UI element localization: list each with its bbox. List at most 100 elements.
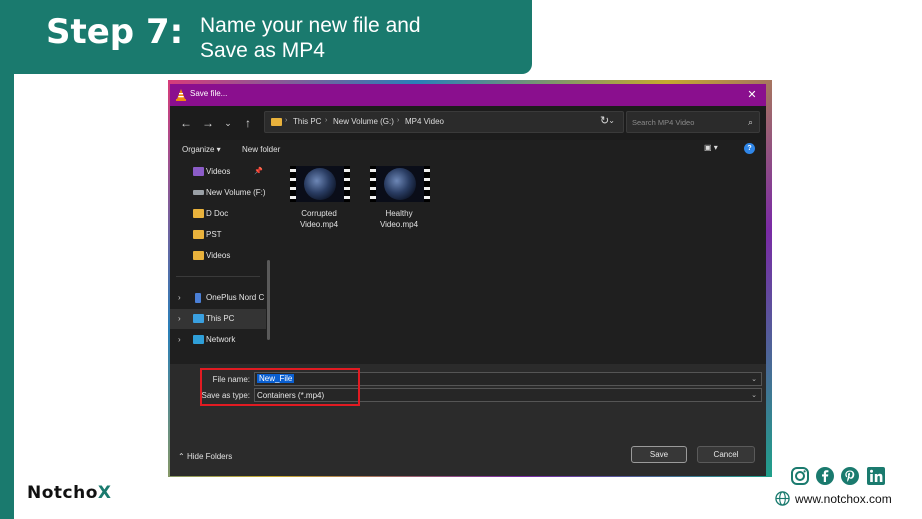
breadcrumb-mp4-video[interactable]: MP4 Video <box>405 117 444 126</box>
step-number: Step 7: <box>46 12 184 52</box>
forward-arrow-icon[interactable]: → <box>200 115 216 131</box>
dialog-titlebar[interactable]: Save file... ✕ <box>170 84 766 106</box>
step-description-line2: Save as MP4 <box>200 39 325 62</box>
search-icon: ⌕ <box>747 117 753 127</box>
sidebar-item-oneplus[interactable]: › OnePlus Nord C <box>170 288 266 308</box>
pin-icon: 📌 <box>254 168 263 175</box>
facebook-icon[interactable] <box>815 466 835 486</box>
help-icon[interactable]: ? <box>744 143 755 154</box>
sidebar-item-label: Videos <box>206 167 231 176</box>
sidebar-item-d-doc[interactable]: D Doc <box>170 204 266 224</box>
cancel-button[interactable]: Cancel <box>697 446 755 463</box>
sidebar-scrollbar[interactable] <box>267 260 270 340</box>
film-strip-right <box>424 166 430 202</box>
new-folder-button[interactable]: New folder <box>242 145 280 154</box>
dialog-title: Save file... <box>190 89 228 98</box>
expand-chevron-icon[interactable]: › <box>178 335 181 344</box>
planet-image <box>304 168 336 200</box>
sidebar-item-label: This PC <box>206 314 235 323</box>
folder-icon <box>193 251 204 260</box>
sidebar-divider <box>176 276 260 277</box>
website-url: www.notchox.com <box>795 492 892 506</box>
phone-icon <box>195 293 201 303</box>
folder-icon <box>271 118 282 126</box>
sidebar-item-label: D Doc <box>206 209 229 218</box>
close-icon[interactable]: ✕ <box>744 87 760 103</box>
planet-image <box>384 168 416 200</box>
search-placeholder: Search MP4 Video <box>632 118 695 127</box>
logo-text-notch: Notch <box>27 483 86 503</box>
film-strip-right <box>344 166 350 202</box>
breadcrumb-new-volume-g[interactable]: New Volume (G:) <box>333 117 394 126</box>
navigation-bar: ← → ⌄ ↑ › This PC › New Volume (G:) › MP… <box>170 106 766 140</box>
save-type-chevron-down-icon[interactable]: ⌄ <box>751 391 757 399</box>
organize-button[interactable]: Organize ▾ <box>182 145 221 154</box>
sidebar-item-network[interactable]: › Network <box>170 330 266 350</box>
file-item-healthy-video[interactable]: Healthy Video.mp4 <box>364 164 434 234</box>
video-thumbnail <box>290 166 350 202</box>
file-name-line1: Healthy <box>385 209 413 218</box>
save-button[interactable]: Save <box>631 446 687 463</box>
logo-text-x: X <box>97 483 112 503</box>
sidebar-item-videos-folder[interactable]: Videos <box>170 246 266 266</box>
folder-icon <box>193 230 204 239</box>
file-name-line2: Video.mp4 <box>379 220 419 229</box>
hide-folders-label: Hide Folders <box>186 452 233 461</box>
file-list: Corrupted Video.mp4 Healthy Video.mp4 <box>274 160 766 364</box>
step-description-line1: Name your new file and <box>200 14 421 37</box>
file-name-chevron-down-icon[interactable]: ⌄ <box>751 375 757 383</box>
film-strip-left <box>370 166 376 202</box>
sidebar-item-label: PST <box>206 230 222 239</box>
save-file-dialog: Save file... ✕ ← → ⌄ ↑ › This PC › New V… <box>170 84 766 476</box>
chevron-up-icon: ⌃ <box>178 452 187 461</box>
file-name-line1: Corrupted <box>301 209 337 218</box>
address-chevron-down-icon[interactable]: ⌄ <box>608 116 615 125</box>
logo-text-o: o <box>85 483 98 503</box>
up-arrow-icon[interactable]: ↑ <box>240 115 256 131</box>
instagram-icon[interactable] <box>790 466 810 486</box>
sidebar-item-pst[interactable]: PST <box>170 225 266 245</box>
navigation-pane: Videos 📌 New Volume (F:) D Doc PST Video… <box>170 160 270 364</box>
sidebar-item-label: OnePlus Nord C <box>206 293 265 302</box>
step-description: Name your new file and Save as MP4 <box>200 13 520 63</box>
breadcrumb-this-pc[interactable]: This PC <box>293 117 321 126</box>
address-bar[interactable]: › This PC › New Volume (G:) › MP4 Video … <box>264 111 624 133</box>
file-item-corrupted-video[interactable]: Corrupted Video.mp4 <box>284 164 354 234</box>
sidebar-item-videos-quick[interactable]: Videos 📌 <box>170 162 266 182</box>
back-arrow-icon[interactable]: ← <box>178 115 194 131</box>
view-options-icon[interactable]: ▣ ▾ <box>704 143 724 155</box>
video-thumbnail <box>370 166 430 202</box>
breadcrumb-chevron-icon: › <box>397 117 400 124</box>
network-icon <box>193 335 204 344</box>
film-strip-left <box>290 166 296 202</box>
breadcrumb-chevron-icon: › <box>325 117 328 124</box>
sidebar-item-label: Network <box>206 335 236 344</box>
save-options-panel: File name: New_File ⌄ Save as type: Cont… <box>170 364 766 476</box>
videos-icon <box>193 167 204 176</box>
breadcrumb-chevron-icon: › <box>285 117 288 124</box>
folder-icon <box>193 209 204 218</box>
vlc-cone-icon <box>176 89 186 101</box>
sidebar-item-new-volume-f[interactable]: New Volume (F:) <box>170 183 266 203</box>
pc-icon <box>193 314 204 323</box>
notchox-logo: NotchoX <box>27 483 112 503</box>
recent-chevron-down-icon[interactable]: ⌄ <box>220 115 236 131</box>
sidebar-item-this-pc[interactable]: › This PC <box>170 309 266 329</box>
file-name-label: Corrupted Video.mp4 <box>284 208 354 230</box>
refresh-icon[interactable]: ↻ <box>600 114 609 127</box>
drive-icon <box>193 190 204 195</box>
expand-chevron-icon[interactable]: › <box>178 314 181 323</box>
sidebar-item-label: New Volume (F:) <box>206 188 266 197</box>
sidebar-item-label: Videos <box>206 251 231 260</box>
left-brand-strip <box>0 0 14 519</box>
file-name-line2: Video.mp4 <box>299 220 339 229</box>
file-name-label: Healthy Video.mp4 <box>364 208 434 230</box>
step-banner: Step 7: Name your new file and Save as M… <box>0 0 532 74</box>
expand-chevron-icon[interactable]: › <box>178 293 181 302</box>
pinterest-icon[interactable] <box>840 466 860 486</box>
annotation-highlight-box <box>200 368 360 406</box>
globe-icon <box>775 491 790 506</box>
search-input[interactable]: Search MP4 Video ⌕ <box>626 111 760 133</box>
linkedin-icon[interactable] <box>866 466 886 486</box>
hide-folders-toggle[interactable]: ⌃ Hide Folders <box>178 452 232 461</box>
